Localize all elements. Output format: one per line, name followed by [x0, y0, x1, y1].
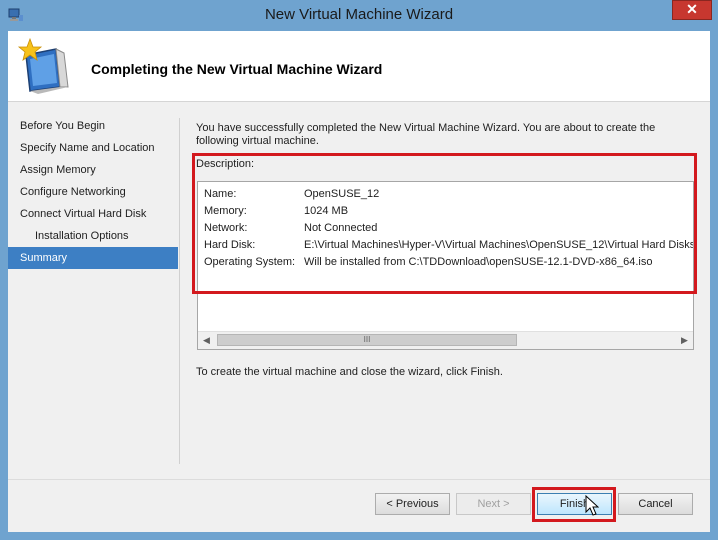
- page-title: Completing the New Virtual Machine Wizar…: [91, 61, 383, 77]
- close-button[interactable]: ✕: [672, 0, 712, 20]
- mouse-pointer-icon: [585, 495, 599, 516]
- button-bar-divider: [8, 479, 710, 480]
- sidebar-item-configure-networking[interactable]: Configure Networking: [8, 181, 178, 203]
- wizard-header: Completing the New Virtual Machine Wizar…: [8, 31, 710, 102]
- scroll-right-icon[interactable]: ▶: [676, 332, 693, 349]
- wizard-window: New Virtual Machine Wizard ✕ Completing …: [0, 0, 718, 540]
- scroll-left-icon[interactable]: ◀: [198, 332, 215, 349]
- wizard-steps-nav: Before You Begin Specify Name and Locati…: [8, 115, 178, 269]
- sidebar-item-before-you-begin[interactable]: Before You Begin: [8, 115, 178, 137]
- sidebar-item-connect-vhd[interactable]: Connect Virtual Hard Disk: [8, 203, 178, 225]
- next-button[interactable]: Next >: [456, 493, 531, 515]
- previous-button[interactable]: < Previous: [375, 493, 450, 515]
- nav-divider: [179, 118, 180, 464]
- horizontal-scrollbar[interactable]: ◀ III ▶: [198, 331, 693, 349]
- cancel-button[interactable]: Cancel: [618, 493, 693, 515]
- intro-text: You have successfully completed the New …: [196, 122, 656, 147]
- sidebar-item-specify-name[interactable]: Specify Name and Location: [8, 137, 178, 159]
- sidebar-item-installation-options[interactable]: Installation Options: [8, 225, 178, 247]
- wizard-client-area: Completing the New Virtual Machine Wizar…: [8, 31, 710, 532]
- scroll-thumb[interactable]: III: [217, 334, 517, 346]
- sidebar-item-summary[interactable]: Summary: [8, 247, 178, 269]
- sidebar-item-assign-memory[interactable]: Assign Memory: [8, 159, 178, 181]
- annotation-highlight-description: [192, 153, 697, 294]
- title-bar[interactable]: New Virtual Machine Wizard ✕: [0, 0, 718, 31]
- instruction-text: To create the virtual machine and close …: [196, 366, 503, 378]
- annotation-highlight-finish: [532, 487, 616, 522]
- window-title: New Virtual Machine Wizard: [264, 6, 454, 23]
- wizard-computer-icon: [17, 37, 69, 94]
